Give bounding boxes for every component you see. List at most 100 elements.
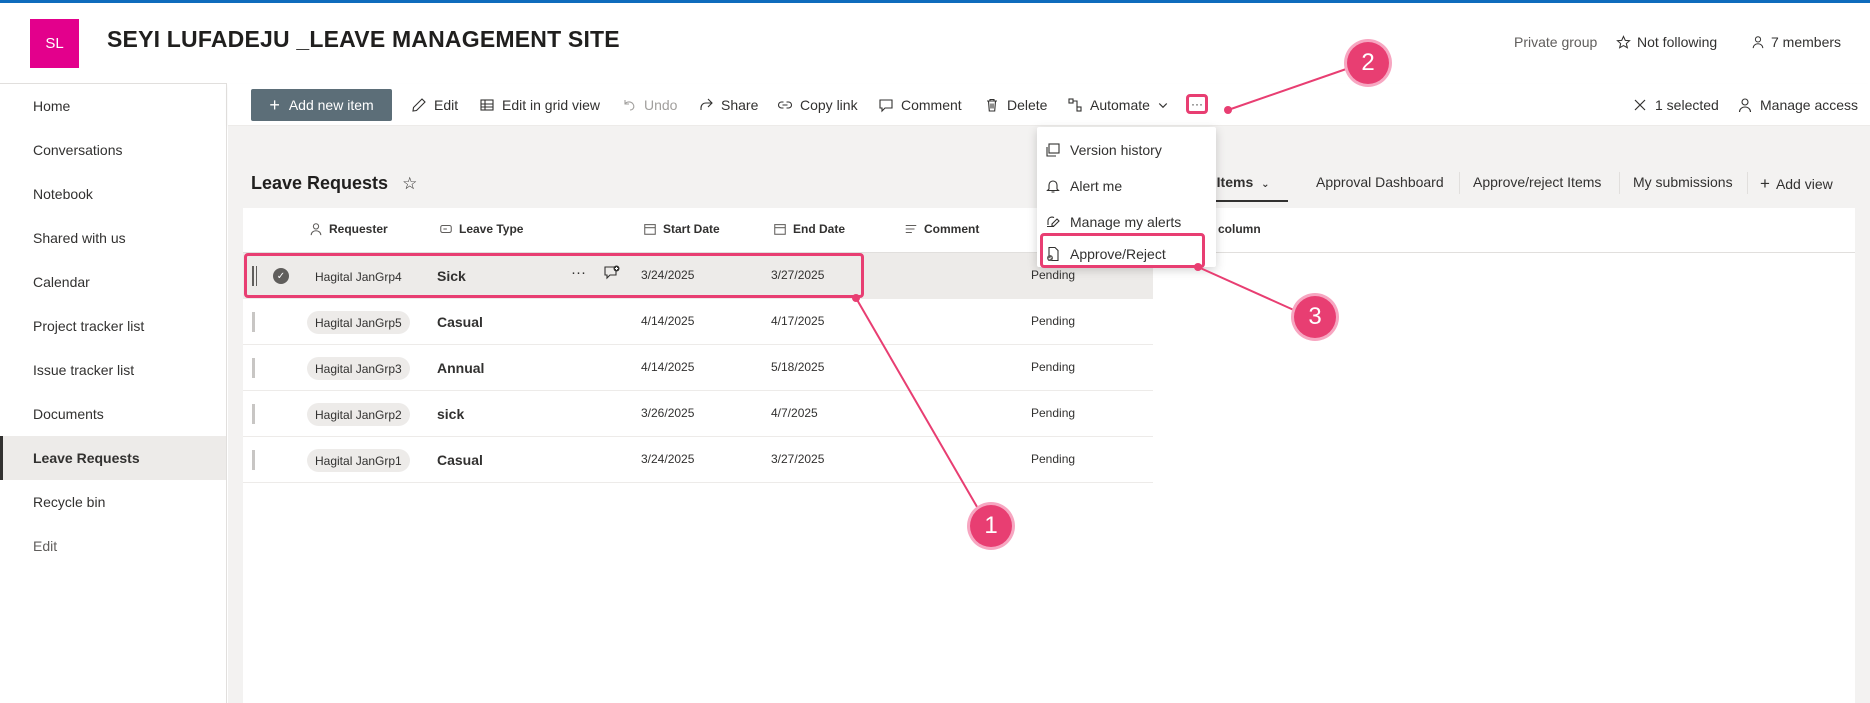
clear-selection-button[interactable]: 1 selected <box>1632 88 1719 121</box>
requester-pill[interactable]: Hagital JanGrp5 <box>307 311 410 334</box>
privacy-label: Private group <box>1514 34 1597 50</box>
nav-label: Project tracker list <box>33 318 145 334</box>
status-cell: Pending <box>1031 406 1076 420</box>
nav-calendar[interactable]: Calendar <box>0 260 226 304</box>
end-date-cell: 5/18/2025 <box>771 360 825 374</box>
col-leave-type[interactable]: Leave Type <box>439 222 523 236</box>
nav-label: Notebook <box>33 186 93 202</box>
comment-label: Comment <box>901 96 962 113</box>
view-divider <box>1747 172 1748 194</box>
col-end-date[interactable]: End Date <box>773 222 845 236</box>
grid-icon <box>480 98 494 111</box>
nav-recycle-bin[interactable]: Recycle bin <box>0 480 226 524</box>
leave-type-cell: Casual <box>437 452 483 468</box>
requester-pill[interactable]: Hagital JanGrp1 <box>307 449 410 472</box>
row-drag-handle[interactable] <box>252 312 255 332</box>
table-row[interactable]: Hagital JanGrp5 Casual 4/14/2025 4/17/20… <box>243 299 1153 345</box>
col-add-column[interactable]: column <box>1218 222 1261 236</box>
nav-edit[interactable]: Edit <box>0 524 226 568</box>
table-row[interactable]: Hagital JanGrp2 sick 3/26/2025 4/7/2025 … <box>243 391 1153 437</box>
row-drag-handle[interactable] <box>252 450 255 470</box>
col-requester[interactable]: Requester <box>309 222 388 236</box>
comment-button[interactable]: Comment <box>878 88 962 121</box>
add-view-button[interactable]: + Add view <box>1760 174 1833 194</box>
view-label: Add view <box>1775 176 1833 192</box>
menu-version-history[interactable]: Version history <box>1037 132 1216 168</box>
delete-button[interactable]: Delete <box>984 88 1047 121</box>
nav-project-tracker[interactable]: Project tracker list <box>0 304 226 348</box>
nav-notebook[interactable]: Notebook <box>0 172 226 216</box>
nav-label: Documents <box>33 406 104 422</box>
col-label: Requester <box>329 222 388 236</box>
person-icon <box>1738 97 1752 112</box>
manage-access-button[interactable]: Manage access <box>1737 88 1858 121</box>
plus-icon: + <box>269 95 280 115</box>
table-row[interactable]: Hagital JanGrp1 Casual 3/24/2025 3/27/20… <box>243 437 1153 483</box>
site-title[interactable]: SEYI LUFADEJU _LEAVE MANAGEMENT SITE <box>107 26 620 53</box>
requester-pill[interactable]: Hagital JanGrp2 <box>307 403 410 426</box>
favorite-star-icon[interactable]: ☆ <box>402 174 417 194</box>
choice-icon <box>440 224 452 234</box>
bell-icon <box>1046 180 1060 193</box>
row-drag-handle[interactable] <box>252 358 255 378</box>
text-lines-icon <box>905 224 917 234</box>
members-label: 7 members <box>1771 34 1842 50</box>
col-label: Start Date <box>663 222 720 236</box>
ellipsis-icon: ··· <box>1191 97 1203 111</box>
nav-shared-with-us[interactable]: Shared with us <box>0 216 226 260</box>
calendar-icon <box>644 224 656 235</box>
privacy-text: Private group <box>1514 34 1598 50</box>
manage-access-label: Manage access <box>1760 96 1859 113</box>
nav-home[interactable]: Home <box>0 84 226 128</box>
end-date-cell: 3/27/2025 <box>771 452 825 466</box>
calendar-icon <box>774 224 786 235</box>
comment-icon <box>879 98 893 112</box>
menu-alert-me[interactable]: Alert me <box>1037 168 1216 204</box>
view-my-submissions[interactable]: My submissions <box>1633 174 1733 190</box>
edit-grid-button[interactable]: Edit in grid view <box>479 88 600 121</box>
nav-documents[interactable]: Documents <box>0 392 226 436</box>
col-comment[interactable]: Comment <box>904 222 979 236</box>
chevron-down-icon: ⌄ <box>1261 179 1270 190</box>
view-label: Approval Dashboard <box>1316 174 1444 190</box>
status-cell: Pending <box>1031 268 1076 282</box>
site-logo[interactable]: SL <box>30 19 79 68</box>
undo-label: Undo <box>644 96 678 113</box>
automate-label: Automate <box>1090 96 1150 113</box>
command-bar: + Add new item Edit Edit in grid view Un… <box>228 84 1870 126</box>
view-label: My submissions <box>1633 174 1733 190</box>
add-new-item-button[interactable]: + Add new item <box>251 89 392 121</box>
col-start-date[interactable]: Start Date <box>643 222 720 236</box>
col-label: Comment <box>924 222 980 236</box>
annotation-box-row <box>244 253 864 298</box>
start-date-cell: 3/26/2025 <box>641 406 695 420</box>
nav-label: Edit <box>33 538 58 554</box>
follow-button[interactable]: Not following <box>1616 34 1717 50</box>
view-divider <box>1459 172 1460 194</box>
copy-link-label: Copy link <box>800 96 858 113</box>
requester-pill[interactable]: Hagital JanGrp3 <box>307 357 410 380</box>
table-row[interactable]: Hagital JanGrp3 Annual 4/14/2025 5/18/20… <box>243 345 1153 391</box>
nav-conversations[interactable]: Conversations <box>0 128 226 172</box>
view-approval-dashboard[interactable]: Approval Dashboard <box>1316 174 1444 190</box>
end-date-cell: 4/7/2025 <box>771 406 818 420</box>
status-cell: Pending <box>1031 452 1076 466</box>
annotation-box-approve-reject <box>1040 233 1205 268</box>
copy-link-button[interactable]: Copy link <box>777 88 858 121</box>
nav-label: Conversations <box>33 142 123 158</box>
automate-button[interactable]: Automate <box>1067 88 1169 121</box>
edit-grid-label: Edit in grid view <box>502 96 601 113</box>
person-icon <box>310 223 322 236</box>
edit-label: Edit <box>434 96 459 113</box>
view-approve-reject-items[interactable]: Approve/reject Items <box>1473 174 1601 190</box>
row-drag-handle[interactable] <box>252 404 255 424</box>
edit-button[interactable]: Edit <box>411 88 458 121</box>
nav-leave-requests[interactable]: Leave Requests <box>0 436 226 480</box>
undo-button[interactable]: Undo <box>621 88 677 121</box>
edit-alert-icon <box>1047 216 1060 228</box>
nav-issue-tracker[interactable]: Issue tracker list <box>0 348 226 392</box>
members-button[interactable]: 7 members <box>1751 34 1841 50</box>
leave-type-cell: sick <box>437 406 465 422</box>
share-button[interactable]: Share <box>698 88 758 121</box>
more-actions-button[interactable]: ··· <box>1186 94 1208 114</box>
